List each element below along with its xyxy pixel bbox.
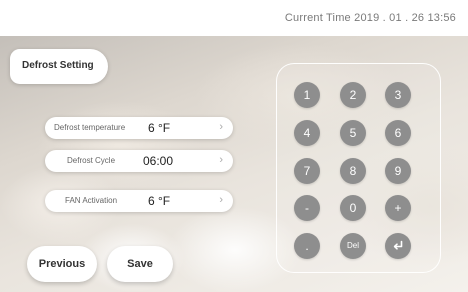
defrost-cycle-field[interactable]: Defrost Cycle 06:00 › [45, 150, 233, 172]
chevron-right-icon: › [219, 154, 223, 166]
key-enter[interactable] [385, 233, 411, 259]
enter-icon [393, 240, 403, 250]
save-button[interactable]: Save [107, 246, 173, 282]
key-delete[interactable]: Del [340, 233, 366, 259]
key-9[interactable]: 9 [385, 158, 411, 184]
key-3[interactable]: 3 [385, 82, 411, 108]
field-value: 06:00 [143, 154, 174, 168]
field-label: FAN Activation [65, 196, 118, 205]
key-7[interactable]: 7 [294, 158, 320, 184]
key-8[interactable]: 8 [340, 158, 366, 184]
key-5[interactable]: 5 [340, 120, 366, 146]
defrost-temperature-field[interactable]: Defrost temperature 6 °F › [45, 117, 233, 139]
key-0[interactable]: 0 [340, 195, 366, 221]
key-6[interactable]: 6 [385, 120, 411, 146]
key-1[interactable]: 1 [294, 82, 320, 108]
field-value: 6 °F [148, 121, 171, 135]
previous-button[interactable]: Previous [27, 246, 97, 282]
background-image-area: Defrost Setting Defrost temperature 6 °F… [0, 36, 468, 292]
field-label: Defrost Cycle [67, 156, 116, 165]
key-2[interactable]: 2 [340, 82, 366, 108]
field-label: Defrost temperature [54, 123, 126, 132]
chevron-right-icon: › [219, 194, 223, 206]
field-value: 6 °F [148, 194, 171, 208]
defrost-setting-tab[interactable]: Defrost Setting [10, 49, 108, 84]
numeric-keypad: 1 2 3 4 5 6 7 8 9 - 0 + . Del [276, 63, 441, 273]
fan-activation-field[interactable]: FAN Activation 6 °F › [45, 190, 233, 212]
key-minus[interactable]: - [294, 195, 320, 221]
key-dot[interactable]: . [294, 233, 320, 259]
defrost-setting-label: Defrost Setting [22, 60, 94, 71]
key-4[interactable]: 4 [294, 120, 320, 146]
current-time-label: Current Time 2019 . 01 . 26 13:56 [284, 12, 456, 24]
key-plus[interactable]: + [385, 195, 411, 221]
top-bar: Current Time 2019 . 01 . 26 13:56 [0, 0, 468, 36]
chevron-right-icon: › [219, 121, 223, 133]
